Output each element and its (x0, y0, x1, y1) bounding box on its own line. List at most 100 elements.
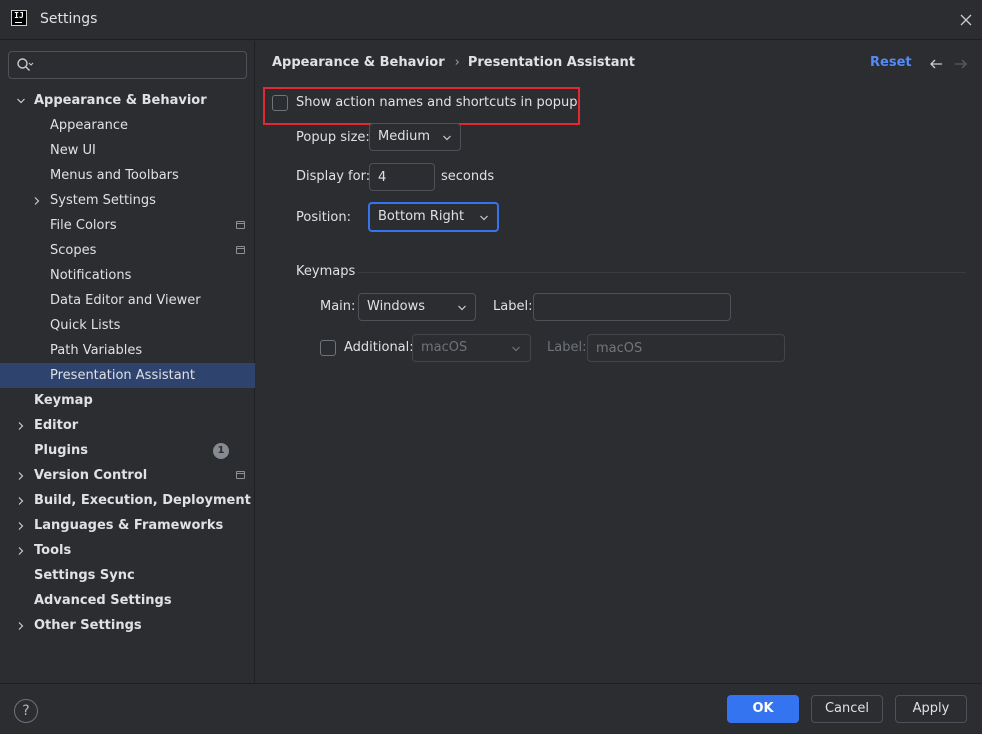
sidebar-item-label: Languages & Frameworks (34, 518, 224, 533)
close-icon[interactable] (956, 10, 976, 30)
sidebar-item-notifications[interactable]: Notifications (0, 263, 255, 288)
settings-search[interactable] (8, 51, 247, 79)
sidebar-item-label: Other Settings (34, 618, 142, 633)
display-for-input[interactable] (369, 163, 435, 191)
sidebar-item-data-editor-and-viewer[interactable]: Data Editor and Viewer (0, 288, 255, 313)
sidebar-item-system-settings[interactable]: System Settings (0, 188, 255, 213)
sidebar-item-scopes[interactable]: Scopes (0, 238, 255, 263)
chevron-right-icon[interactable] (16, 471, 26, 481)
chevron-right-icon[interactable] (32, 196, 42, 206)
apply-button[interactable]: Apply (895, 695, 967, 723)
back-arrow-icon[interactable] (928, 56, 944, 72)
sidebar-item-appearance[interactable]: Appearance (0, 113, 255, 138)
sidebar-item-label: New UI (50, 143, 96, 158)
app-icon-text: IJ (14, 11, 24, 20)
sidebar-item-build-execution-deployment[interactable]: Build, Execution, Deployment (0, 488, 255, 513)
search-input[interactable] (39, 55, 239, 75)
sidebar-item-advanced-settings[interactable]: Advanced Settings (0, 588, 255, 613)
popup-size-dropdown[interactable]: Medium (369, 123, 461, 151)
additional-keymap-label-input (587, 334, 785, 362)
chevron-right-icon[interactable] (16, 421, 26, 431)
title-bar: IJ Settings (0, 0, 982, 40)
sidebar-item-languages-frameworks[interactable]: Languages & Frameworks (0, 513, 255, 538)
forward-arrow-icon (955, 59, 967, 69)
window-title: Settings (40, 11, 98, 27)
sidebar-item-label: Appearance & Behavior (34, 93, 207, 108)
help-button[interactable]: ? (14, 699, 38, 723)
chevron-down-icon (512, 346, 520, 352)
position-dropdown[interactable]: Bottom Right (368, 202, 499, 232)
additional-keymap-value: macOS (421, 340, 468, 355)
sidebar-item-label: Appearance (50, 118, 129, 133)
project-scope-icon (236, 246, 245, 254)
chevron-right-icon[interactable] (16, 496, 26, 506)
sidebar-item-label: Editor (34, 418, 79, 433)
sidebar-item-other-settings[interactable]: Other Settings (0, 613, 255, 638)
project-scope-icon (236, 221, 245, 229)
search-icon (17, 58, 34, 71)
settings-window: IJ Settings Appearance & Behavior Appeara… (0, 0, 982, 734)
sidebar-item-label: Scopes (50, 243, 97, 258)
sidebar-item-label: Menus and Toolbars (50, 168, 179, 183)
sidebar-item-menus-and-toolbars[interactable]: Menus and Toolbars (0, 163, 255, 188)
display-for-unit: seconds (441, 169, 495, 184)
sidebar-item-presentation-assistant[interactable]: Presentation Assistant (0, 363, 255, 388)
sidebar-item-label: Keymap (34, 393, 93, 408)
chevron-down-icon (480, 215, 488, 221)
section-divider (358, 272, 966, 273)
sidebar-item-label: Presentation Assistant (50, 368, 195, 383)
sidebar-item-label: Advanced Settings (34, 593, 172, 608)
keymaps-section-title: Keymaps (296, 264, 356, 279)
reset-link[interactable]: Reset (870, 55, 912, 70)
popup-size-label: Popup size: (296, 130, 370, 145)
chevron-right-icon[interactable] (16, 621, 26, 631)
sidebar-item-appearance-behavior[interactable]: Appearance & Behavior (0, 88, 255, 113)
position-label: Position: (296, 210, 351, 225)
settings-sidebar: Appearance & Behavior Appearance New UI Men… (0, 41, 255, 683)
sidebar-item-label: Notifications (50, 268, 132, 283)
sidebar-item-label: Version Control (34, 468, 148, 483)
sidebar-item-editor[interactable]: Editor (0, 413, 255, 438)
sidebar-item-path-variables[interactable]: Path Variables (0, 338, 255, 363)
sidebar-item-tools[interactable]: Tools (0, 538, 255, 563)
sidebar-item-label: Tools (34, 543, 72, 558)
sidebar-item-quick-lists[interactable]: Quick Lists (0, 313, 255, 338)
main-keymap-label-caption: Label: (493, 299, 533, 314)
breadcrumb: Appearance & Behavior › Presentation Assis… (272, 55, 635, 73)
additional-keymap-label[interactable]: Additional: (344, 340, 414, 355)
chevron-right-icon[interactable] (16, 521, 26, 531)
cancel-button[interactable]: Cancel (811, 695, 883, 723)
sidebar-item-label: System Settings (50, 193, 156, 208)
intellij-app-icon: IJ (11, 10, 27, 26)
main-keymap-label-input[interactable] (533, 293, 731, 321)
project-scope-icon (236, 471, 245, 479)
sidebar-item-keymap[interactable]: Keymap (0, 388, 255, 413)
breadcrumb-current: Presentation Assistant (467, 55, 635, 70)
position-value: Bottom Right (378, 209, 465, 224)
sidebar-item-plugins[interactable]: Plugins 1 (0, 438, 255, 463)
update-count-badge: 1 (213, 443, 229, 459)
show-action-names-label[interactable]: Show action names and shortcuts in popup (296, 95, 577, 110)
ok-button[interactable]: OK (727, 695, 799, 723)
sidebar-item-settings-sync[interactable]: Settings Sync (0, 563, 255, 588)
sidebar-item-new-ui[interactable]: New UI (0, 138, 255, 163)
dialog-footer: ? OK Cancel Apply (0, 683, 982, 734)
chevron-right-icon[interactable] (16, 546, 26, 556)
additional-keymap-dropdown: macOS (412, 334, 531, 362)
additional-keymap-label-caption: Label: (547, 340, 587, 355)
chevron-down-icon (443, 135, 451, 141)
show-action-names-checkbox[interactable] (272, 95, 288, 111)
display-for-label: Display for: (296, 169, 371, 184)
sidebar-item-version-control[interactable]: Version Control (0, 463, 255, 488)
main-keymap-value: Windows (367, 299, 426, 314)
popup-size-value: Medium (378, 129, 430, 144)
chevron-down-icon[interactable] (16, 96, 26, 106)
breadcrumb-parent[interactable]: Appearance & Behavior (272, 55, 445, 70)
main-keymap-label: Main: (320, 299, 356, 314)
settings-content: Appearance & Behavior › Presentation Assis… (256, 41, 982, 683)
sidebar-item-label: Data Editor and Viewer (50, 293, 201, 308)
breadcrumb-separator: › (454, 55, 460, 70)
main-keymap-dropdown[interactable]: Windows (358, 293, 476, 321)
additional-keymap-checkbox[interactable] (320, 340, 336, 356)
sidebar-item-file-colors[interactable]: File Colors (0, 213, 255, 238)
